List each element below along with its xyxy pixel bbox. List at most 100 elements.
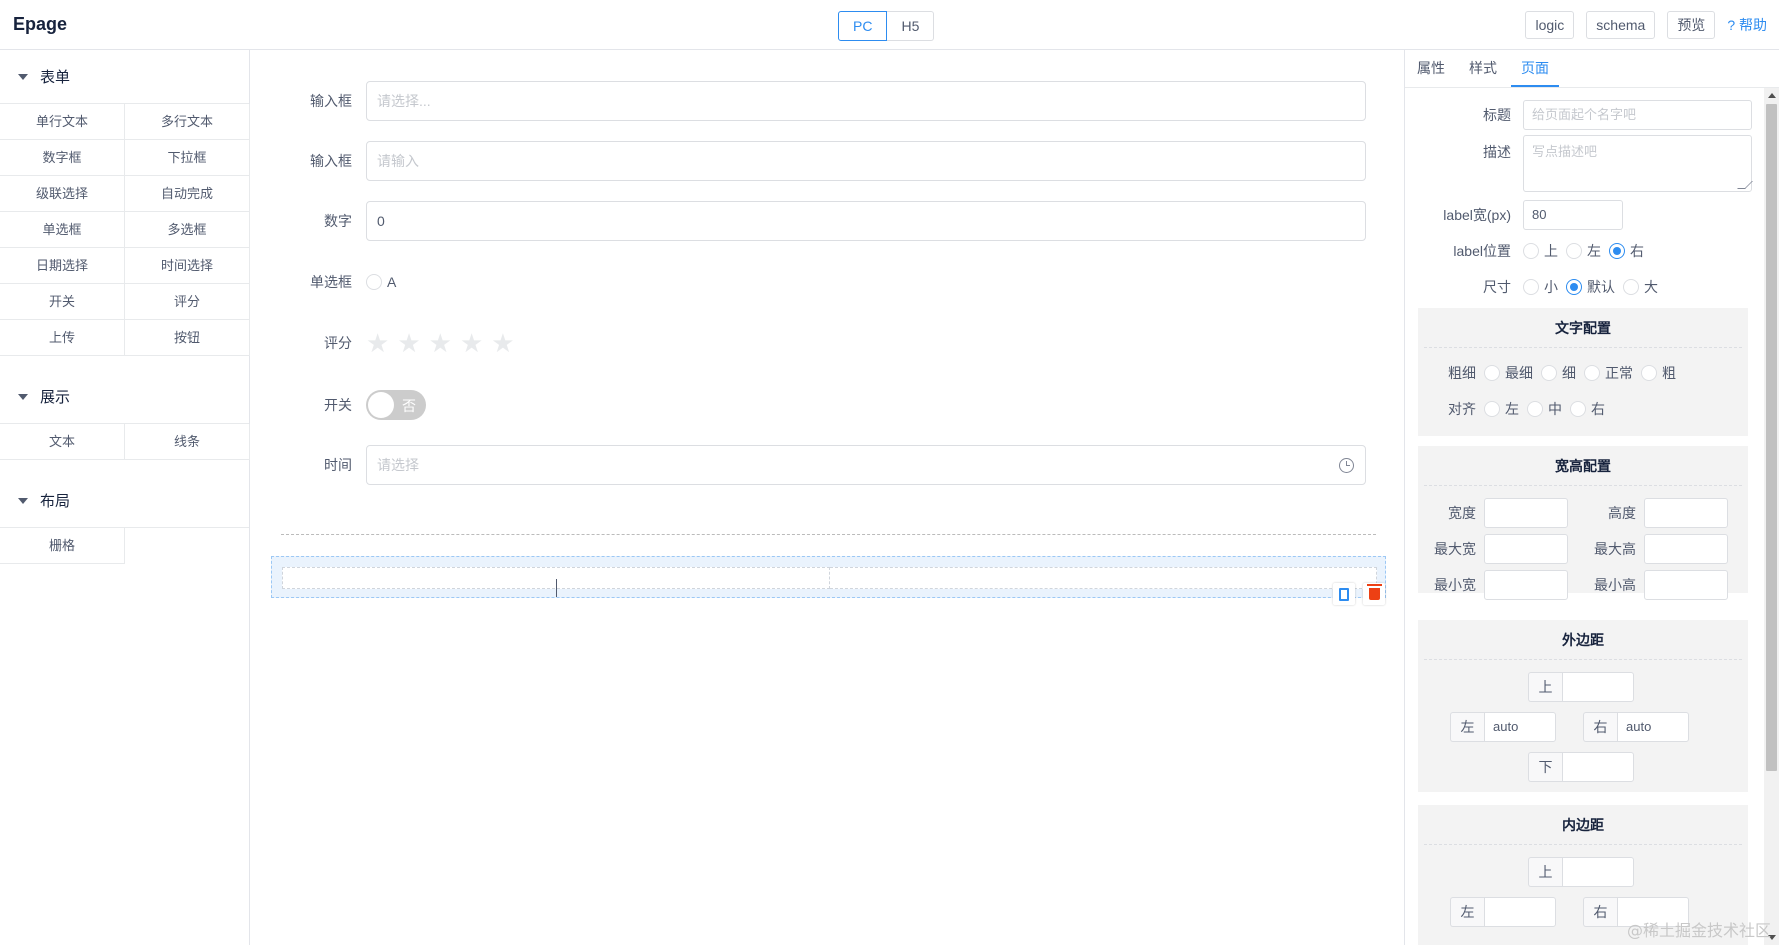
- form-label: 开关: [324, 397, 352, 413]
- widget-upload[interactable]: 上传: [0, 320, 125, 356]
- preview-button[interactable]: 预览: [1667, 11, 1716, 39]
- widget-text[interactable]: 文本: [0, 424, 125, 460]
- min-width-input[interactable]: [1484, 570, 1568, 600]
- widget-date-picker[interactable]: 日期选择: [0, 248, 125, 284]
- delete-button[interactable]: [1363, 583, 1385, 605]
- widget-rate[interactable]: 评分: [125, 284, 250, 320]
- radio-weight-normal[interactable]: [1584, 365, 1600, 381]
- star-icon[interactable]: ★: [429, 330, 452, 356]
- padding-left-input[interactable]: [1484, 897, 1556, 927]
- form-item-input2: 输入框 请输入: [251, 141, 1404, 181]
- font-weight-row: 粗细 最细 细 正常 粗: [1448, 365, 1676, 381]
- padding-top-input[interactable]: [1562, 857, 1634, 887]
- mode-pc-button[interactable]: PC: [838, 11, 888, 41]
- tab-properties[interactable]: 属性: [1417, 50, 1455, 87]
- widget-cascader[interactable]: 级联选择: [0, 176, 125, 212]
- radio-size-large[interactable]: [1623, 279, 1639, 295]
- device-mode-switch: PC H5: [838, 11, 935, 41]
- widget-autocomplete[interactable]: 自动完成: [125, 176, 250, 212]
- margin-left-group: 左 auto: [1450, 712, 1556, 742]
- grid-layout-block[interactable]: [271, 556, 1386, 605]
- resize-handle-icon[interactable]: [1737, 181, 1753, 189]
- max-height-input[interactable]: [1644, 534, 1728, 564]
- widget-grid[interactable]: 栅格: [0, 528, 125, 564]
- margin-bottom-group: 下: [1528, 752, 1634, 782]
- scroll-up-icon[interactable]: [1768, 93, 1776, 98]
- schema-button[interactable]: schema: [1586, 11, 1656, 39]
- form-item-rate: 评分 ★ ★ ★ ★ ★: [251, 330, 1404, 356]
- radio-size-small[interactable]: [1523, 279, 1539, 295]
- padding-top-group: 上: [1528, 857, 1634, 887]
- radio-label-left[interactable]: [1566, 243, 1582, 259]
- widget-radio[interactable]: 单选框: [0, 212, 125, 248]
- radio-label-right[interactable]: [1609, 243, 1625, 259]
- logic-button[interactable]: logic: [1525, 11, 1575, 39]
- margin-top-input[interactable]: [1562, 672, 1634, 702]
- widget-panel: 表单 单行文本 多行文本 数字框 下拉框 级联选择 自动完成 单选框 多选框 日…: [0, 50, 250, 945]
- radio-weight-light[interactable]: [1541, 365, 1557, 381]
- tab-page[interactable]: 页面: [1511, 50, 1559, 87]
- widget-number[interactable]: 数字框: [0, 140, 125, 176]
- group-form-title[interactable]: 表单: [0, 50, 249, 104]
- max-size-row: 最大宽 最大高: [1418, 534, 1728, 564]
- page-desc-textarea[interactable]: 写点描述吧: [1523, 135, 1753, 192]
- toggle-switch[interactable]: 否: [366, 390, 426, 420]
- size-row: 尺寸 小 默认 大: [1483, 279, 1658, 295]
- number-input[interactable]: 0: [366, 201, 1366, 241]
- max-width-input[interactable]: [1484, 534, 1568, 564]
- widget-switch[interactable]: 开关: [0, 284, 125, 320]
- input-field[interactable]: 请输入: [366, 141, 1366, 181]
- radio-option-a[interactable]: [366, 274, 382, 290]
- star-icon[interactable]: ★: [491, 330, 514, 356]
- label-position-row: label位置 上 左 右: [1453, 243, 1644, 259]
- width-input[interactable]: [1484, 498, 1568, 528]
- text-align-row: 对齐 左 中 右: [1448, 401, 1605, 417]
- tab-style[interactable]: 样式: [1459, 50, 1507, 87]
- widget-multi-text[interactable]: 多行文本: [125, 104, 250, 140]
- group-layout-title[interactable]: 布局: [0, 474, 249, 528]
- radio-align-center[interactable]: [1527, 401, 1543, 417]
- radio-align-left[interactable]: [1484, 401, 1500, 417]
- widget-checkbox[interactable]: 多选框: [125, 212, 250, 248]
- form-item-radio: 单选框 A: [251, 271, 1404, 293]
- form-item-input1: 输入框 请选择...: [251, 81, 1404, 121]
- radio-weight-lightest[interactable]: [1484, 365, 1500, 381]
- input-field[interactable]: 请选择...: [366, 81, 1366, 121]
- config-tabs: 属性 样式 页面: [1405, 50, 1779, 88]
- height-input[interactable]: [1644, 498, 1728, 528]
- grid-column[interactable]: [830, 567, 1377, 589]
- top-header: Epage PC H5 logic schema 预览 ? 帮助: [0, 0, 1779, 50]
- design-canvas: 输入框 请选择... 输入框 请输入 数字 0 单选框 A 评分 ★ ★ ★ ★…: [251, 50, 1404, 945]
- watermark: @稀土掘金技术社区: [1626, 921, 1771, 940]
- radio-align-right[interactable]: [1570, 401, 1586, 417]
- widget-time-picker[interactable]: 时间选择: [125, 248, 250, 284]
- widget-select[interactable]: 下拉框: [125, 140, 250, 176]
- radio-size-default[interactable]: [1566, 279, 1582, 295]
- grid-column[interactable]: [282, 567, 830, 597]
- mode-h5-button[interactable]: H5: [887, 11, 935, 41]
- divider-line: [281, 534, 1376, 535]
- radio-weight-bold[interactable]: [1641, 365, 1657, 381]
- margin-bottom-input[interactable]: [1562, 752, 1634, 782]
- copy-button[interactable]: [1333, 583, 1355, 605]
- margin-right-input[interactable]: auto: [1617, 712, 1689, 742]
- margin-left-input[interactable]: auto: [1484, 712, 1556, 742]
- scroll-thumb[interactable]: [1766, 104, 1777, 771]
- caret-down-icon: [18, 497, 28, 504]
- star-icon[interactable]: ★: [460, 330, 483, 356]
- radio-label-top[interactable]: [1523, 243, 1539, 259]
- help-link[interactable]: ? 帮助: [1727, 15, 1767, 35]
- widget-button[interactable]: 按钮: [125, 320, 250, 356]
- widget-line[interactable]: 线条: [125, 424, 250, 460]
- vertical-scrollbar[interactable]: [1764, 88, 1779, 945]
- min-height-input[interactable]: [1644, 570, 1728, 600]
- time-picker-input[interactable]: 请选择: [366, 445, 1366, 485]
- page-title-input[interactable]: 给页面起个名字吧: [1523, 100, 1752, 130]
- star-icon[interactable]: ★: [366, 330, 389, 356]
- margin-right-group: 右 auto: [1583, 712, 1689, 742]
- star-icon[interactable]: ★: [397, 330, 420, 356]
- min-size-row: 最小宽 最小高: [1418, 570, 1728, 600]
- label-width-input[interactable]: 80: [1523, 200, 1623, 230]
- widget-single-text[interactable]: 单行文本: [0, 104, 125, 140]
- group-display-title[interactable]: 展示: [0, 370, 249, 424]
